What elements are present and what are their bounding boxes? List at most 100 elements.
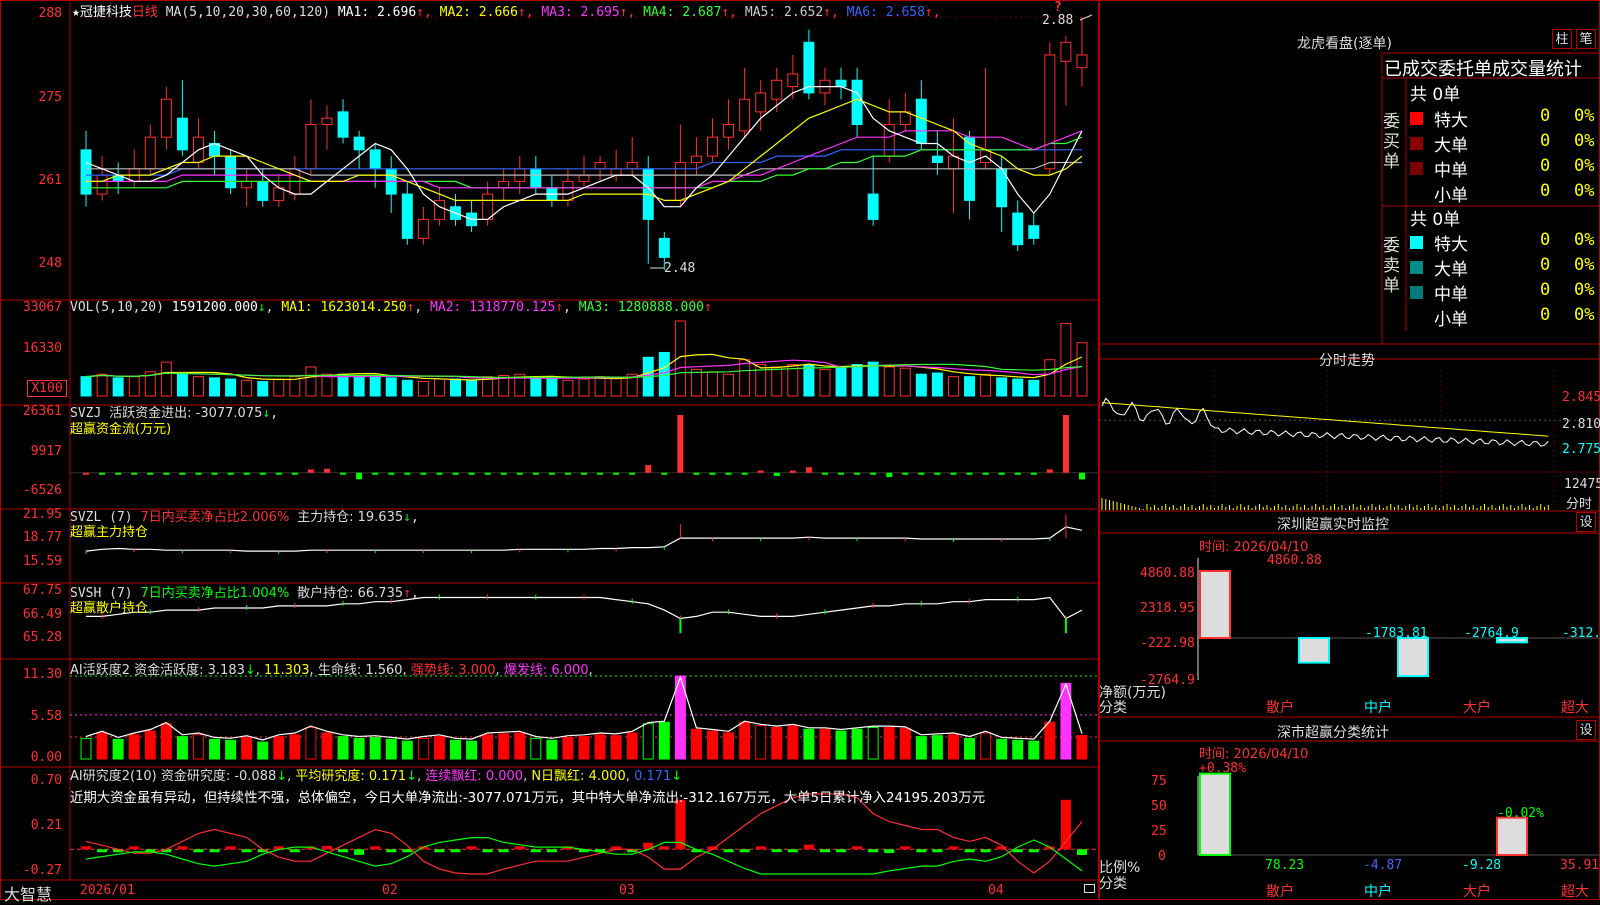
flow-bar <box>709 472 716 475</box>
activity-bar <box>723 732 735 760</box>
flow-bar <box>259 472 266 475</box>
activity-bar <box>867 726 879 760</box>
activity-bar <box>482 734 494 760</box>
activity-bar <box>819 728 831 760</box>
flow-bar <box>548 472 555 475</box>
period-label[interactable]: 日线 <box>132 5 158 20</box>
volume-bar <box>273 378 285 397</box>
flow-bar <box>934 472 941 475</box>
research-bar <box>755 846 766 850</box>
ma-item-3: MA3: 2.695 <box>533 5 620 20</box>
volume-bar <box>385 377 397 397</box>
lhb-title: 龙虎看盘(逐单) <box>1297 36 1392 52</box>
scfl-y-tick: 25 <box>1151 824 1167 839</box>
szjk-settings-button[interactable]: 设 <box>1576 512 1596 532</box>
candle-body <box>337 111 349 138</box>
svzj-y-tick: -6526 <box>22 483 62 498</box>
activity-bar <box>257 741 269 760</box>
lock-icon[interactable] <box>1084 884 1095 893</box>
flow-bar <box>404 472 411 475</box>
activity-bar <box>835 730 847 760</box>
candle-body <box>1076 54 1088 69</box>
ma-values: MA1: 2.696↑, MA2: 2.666↑, MA3: 2.695↑, M… <box>337 5 941 20</box>
scfl-settings-button[interactable]: 设 <box>1576 720 1596 740</box>
vol-name: VOL(5,10,20) <box>70 300 164 315</box>
activity-bar <box>385 738 397 760</box>
activity-bar <box>899 727 911 760</box>
candle-body <box>144 136 156 170</box>
activity-bar <box>739 721 751 760</box>
tick-mode-button[interactable]: 笔 <box>1576 29 1596 49</box>
volume-bar <box>931 372 943 397</box>
scfl-title: 深市超赢分类统计 <box>1277 725 1389 741</box>
activity-bar <box>433 736 445 760</box>
flow-bar <box>179 472 186 475</box>
date-label: 2026/01 <box>80 883 135 898</box>
activity-bar <box>353 737 365 760</box>
research-bar <box>241 849 252 853</box>
candle-body <box>771 79 783 100</box>
svsh-y-tick: 66.49 <box>22 607 62 622</box>
volume-bar <box>947 376 959 397</box>
candle-body <box>241 180 253 189</box>
scfl-value-label: -4.87 <box>1363 858 1403 873</box>
volume-bar <box>466 379 478 397</box>
activity-bar <box>192 734 204 760</box>
szjk-y-tick: -222.98 <box>1140 636 1195 651</box>
flow-bar <box>99 472 106 475</box>
ma-item-4: MA4: 2.687 <box>635 5 722 20</box>
vol-unit-button[interactable]: X100 <box>27 380 67 397</box>
flow-bar <box>821 472 828 475</box>
research-bar <box>771 849 782 853</box>
candle-body <box>578 174 590 182</box>
research-bar <box>546 849 557 853</box>
flow-bar <box>115 472 122 475</box>
bar-mode-button[interactable]: 柱 <box>1552 29 1572 49</box>
research-bar <box>803 844 814 850</box>
flow-bar <box>741 472 748 475</box>
svzj-y-tick: 9917 <box>30 444 62 459</box>
order-pct: 0% <box>1574 106 1595 126</box>
svsh-subtitle: 超赢散户持仓 <box>70 601 149 616</box>
stock-name[interactable]: 冠捷科技 <box>80 5 132 20</box>
research-bar <box>659 846 670 850</box>
research-avg-line <box>85 836 1083 875</box>
volume-bar <box>257 380 269 397</box>
scfl-category-label: 超大 <box>1561 884 1589 900</box>
activity-bar <box>594 734 606 760</box>
svzj-subtitle: 超赢资金流(万元) <box>70 422 172 437</box>
flow-bar <box>83 472 90 475</box>
volume-bar <box>433 378 445 397</box>
candle-body <box>707 136 718 157</box>
svsh-pct: 7日内买卖净占比1.004% <box>140 586 290 601</box>
ai2-y-tick: 0.21 <box>30 818 62 833</box>
flow-bar <box>291 472 298 475</box>
activity-bar <box>690 728 702 760</box>
right-frame <box>1099 0 1600 900</box>
activity-line <box>85 675 1083 741</box>
svzj-y-tick: 26361 <box>22 404 62 419</box>
buy-side-label: 委买单 <box>1383 112 1400 172</box>
candle-body <box>176 117 188 151</box>
kline-y-tick: 261 <box>38 173 62 188</box>
research-bar <box>466 846 477 850</box>
candle-body <box>305 124 317 170</box>
activity-bar <box>626 732 638 760</box>
svzl-hold: 主力持仓: 19.635 <box>297 510 404 525</box>
volume-bar <box>755 364 767 397</box>
kline-y-tick: 288 <box>38 6 62 21</box>
activity-bar <box>80 737 92 760</box>
order-pct: 0% <box>1574 255 1595 275</box>
candle-body <box>803 41 815 94</box>
activity-bar <box>289 734 301 760</box>
volume-bar <box>707 371 718 397</box>
ai1-name: AI活跃度2 <box>70 663 130 678</box>
candle-body <box>1044 54 1056 170</box>
svzl-y-tick: 18.77 <box>22 530 62 545</box>
scfl-y-tick: 50 <box>1151 799 1167 814</box>
activity-bar <box>642 723 654 760</box>
research-bar <box>964 849 975 853</box>
research-bar <box>723 849 734 853</box>
candle-body <box>417 218 429 239</box>
order-count: 0 <box>1540 280 1551 300</box>
